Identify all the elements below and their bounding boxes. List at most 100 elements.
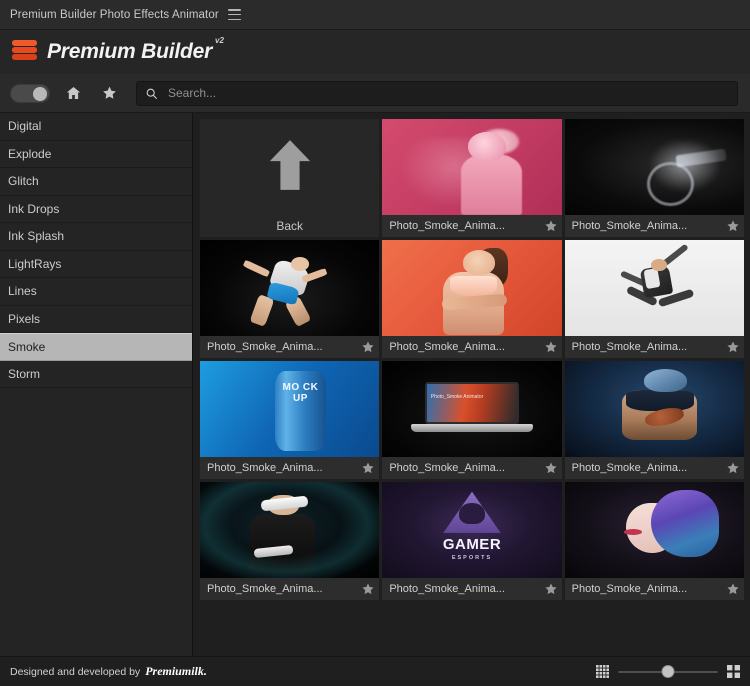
- star-icon[interactable]: [544, 582, 558, 596]
- sidebar-item-ink-drops[interactable]: Ink Drops: [0, 196, 192, 223]
- table-row[interactable]: MO CK UP Photo_Smoke_Anima...: [200, 361, 380, 479]
- sidebar-item-digital[interactable]: Digital: [0, 113, 192, 141]
- thumbnail-label-bar: Photo_Smoke_Anima...: [564, 215, 744, 237]
- search-input[interactable]: [168, 86, 729, 100]
- category-sidebar: Digital Explode Glitch Ink Drops Ink Spl…: [0, 113, 193, 656]
- sidebar-item-label: Glitch: [8, 174, 39, 189]
- back-label: Back: [276, 219, 303, 233]
- thumbnail-image: GAMER ESPORTS: [382, 482, 562, 578]
- table-row[interactable]: Photo_Smoke Animator Photo_Smoke_Anima..…: [382, 361, 562, 479]
- table-row[interactable]: Photo_Smoke_Anima...: [564, 361, 744, 479]
- search-icon: [146, 88, 157, 99]
- star-icon[interactable]: [726, 582, 740, 596]
- thumbnail-image: [200, 240, 380, 336]
- thumbnail-label: Photo_Smoke_Anima...: [207, 462, 323, 474]
- table-row[interactable]: Photo_Smoke_Anima...: [200, 240, 380, 358]
- sidebar-item-label: Explode: [8, 146, 52, 161]
- arrow-up-icon: [267, 138, 313, 197]
- back-thumb: [200, 119, 380, 215]
- star-icon[interactable]: [96, 80, 122, 106]
- star-icon[interactable]: [726, 340, 740, 354]
- thumbnail-label: Photo_Smoke_Anima...: [571, 220, 688, 232]
- back-label-bar: Back: [200, 215, 380, 237]
- thumbnail-panel: Back Photo_Smoke_Anima... Photo_Smoke_An…: [193, 113, 750, 656]
- thumbnail-size-slider[interactable]: [618, 664, 718, 680]
- gamer-title-text: GAMER: [442, 535, 502, 553]
- sidebar-item-explode[interactable]: Explode: [0, 141, 192, 168]
- thumbnail-label-bar: Photo_Smoke_Anima...: [200, 457, 380, 479]
- view-toggle[interactable]: [10, 83, 50, 103]
- thumbnail-label: Photo_Smoke_Anima...: [571, 462, 688, 474]
- thumbnail-image: Photo_Smoke Animator: [382, 361, 562, 457]
- window-title: Premium Builder Photo Effects Animator: [10, 8, 219, 21]
- thumbnail-label-bar: Photo_Smoke_Anima...: [564, 457, 744, 479]
- thumbnail-image: [200, 482, 380, 578]
- star-icon[interactable]: [361, 340, 375, 354]
- brand-name: Premium Builder: [47, 40, 213, 63]
- sidebar-item-label: Smoke: [8, 339, 46, 354]
- thumbnail-label-bar: Photo_Smoke_Anima...: [200, 336, 380, 358]
- thumbnail-image: [382, 119, 562, 215]
- title-bar: Premium Builder Photo Effects Animator: [0, 0, 750, 30]
- thumbnail-image: [564, 240, 744, 336]
- toolbar: [0, 74, 750, 113]
- sidebar-item-ink-splash[interactable]: Ink Splash: [0, 223, 192, 251]
- home-icon[interactable]: [60, 80, 86, 106]
- table-row[interactable]: Photo_Smoke_Anima...: [382, 240, 562, 358]
- thumbnail-label: Photo_Smoke_Anima...: [571, 583, 688, 595]
- sidebar-item-label: Pixels: [8, 311, 41, 326]
- laptop-screen-text: Photo_Smoke Animator: [430, 393, 484, 400]
- credit-text: Designed and developed by: [10, 665, 141, 678]
- back-tile[interactable]: Back: [200, 119, 380, 237]
- hamburger-icon[interactable]: [227, 9, 241, 20]
- table-row[interactable]: Photo_Smoke_Anima...: [382, 119, 562, 237]
- table-row[interactable]: GAMER ESPORTS Photo_Smoke_Anima...: [382, 482, 562, 600]
- thumbnail-size-control: [596, 664, 740, 680]
- sidebar-item-pixels[interactable]: Pixels: [0, 306, 192, 333]
- credit-brand-logo: Premiumilk.: [145, 664, 207, 678]
- gamer-subtitle-text: ESPORTS: [451, 554, 493, 561]
- thumbnail-grid: Back Photo_Smoke_Anima... Photo_Smoke_An…: [200, 119, 744, 600]
- brand-header: Premium Builder v2: [0, 30, 750, 74]
- thumbnail-label-bar: Photo_Smoke_Anima...: [564, 578, 744, 600]
- star-icon[interactable]: [361, 461, 375, 475]
- large-grid-icon[interactable]: [727, 665, 740, 678]
- thumbnail-label-bar: Photo_Smoke_Anima...: [382, 457, 562, 479]
- sidebar-item-label: LightRays: [8, 256, 62, 271]
- thumbnail-image: [564, 482, 744, 578]
- thumbnail-label-bar: Photo_Smoke_Anima...: [564, 336, 744, 358]
- star-icon[interactable]: [726, 461, 740, 475]
- sidebar-item-glitch[interactable]: Glitch: [0, 168, 192, 196]
- sidebar-item-storm[interactable]: Storm: [0, 361, 192, 388]
- main-body: Digital Explode Glitch Ink Drops Ink Spl…: [0, 113, 750, 656]
- credit: Designed and developed by Premiumilk.: [10, 664, 207, 679]
- thumbnail-image: [564, 119, 744, 215]
- star-icon[interactable]: [544, 461, 558, 475]
- thumbnail-image: MO CK UP: [200, 361, 380, 457]
- sidebar-item-smoke[interactable]: Smoke: [0, 333, 192, 361]
- star-icon[interactable]: [544, 340, 558, 354]
- table-row[interactable]: Photo_Smoke_Anima...: [200, 482, 380, 600]
- thumbnail-label: Photo_Smoke_Anima...: [389, 462, 505, 474]
- star-icon[interactable]: [361, 582, 375, 596]
- brand-version: v2: [215, 36, 224, 45]
- toggle-knob: [33, 86, 47, 101]
- table-row[interactable]: Photo_Smoke_Anima...: [564, 482, 744, 600]
- sidebar-item-lightrays[interactable]: LightRays: [0, 251, 192, 278]
- mockup-can-text: MO CK UP: [282, 382, 319, 405]
- status-bar: Designed and developed by Premiumilk.: [0, 656, 750, 686]
- stacked-layers-icon: [12, 40, 37, 64]
- star-icon[interactable]: [544, 219, 558, 233]
- sidebar-item-lines[interactable]: Lines: [0, 278, 192, 306]
- slider-handle[interactable]: [661, 665, 675, 678]
- thumbnail-label-bar: Photo_Smoke_Anima...: [382, 578, 562, 600]
- table-row[interactable]: Photo_Smoke_Anima...: [564, 240, 744, 358]
- thumbnail-label-bar: Photo_Smoke_Anima...: [200, 578, 380, 600]
- application-window: Premium Builder Photo Effects Animator P…: [0, 0, 750, 686]
- sidebar-item-label: Ink Splash: [8, 229, 65, 244]
- small-grid-icon[interactable]: [596, 665, 609, 678]
- sidebar-item-label: Lines: [8, 284, 37, 299]
- table-row[interactable]: Photo_Smoke_Anima...: [564, 119, 744, 237]
- star-icon[interactable]: [726, 219, 740, 233]
- search-bar[interactable]: [136, 80, 738, 106]
